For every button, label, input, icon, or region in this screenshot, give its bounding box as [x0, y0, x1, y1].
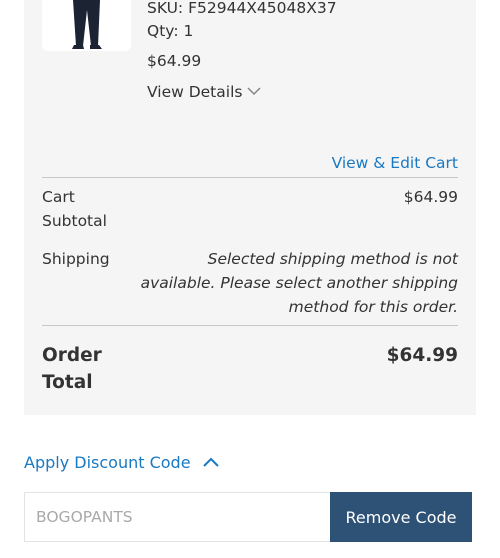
- divider: [42, 177, 458, 178]
- chevron-down-icon: [247, 82, 261, 100]
- product-image[interactable]: [42, 0, 131, 51]
- divider: [42, 325, 458, 326]
- apply-discount-label: Apply Discount Code: [24, 453, 191, 472]
- item-qty: Qty: 1: [147, 22, 194, 40]
- order-total-value: $64.99: [386, 345, 458, 366]
- item-price: $64.99: [147, 52, 202, 70]
- shipping-label: Shipping: [42, 250, 110, 268]
- remove-code-button[interactable]: Remove Code: [330, 492, 472, 542]
- cart-subtotal-label: Cart Subtotal: [42, 188, 107, 230]
- item-sku: SKU: F52944X45048X37: [147, 0, 337, 17]
- chevron-up-icon: [202, 452, 219, 471]
- shipping-message: Selected shipping method is not availabl…: [140, 250, 458, 316]
- view-edit-cart-link[interactable]: View & Edit Cart: [332, 154, 458, 172]
- cart-subtotal-value: $64.99: [403, 188, 458, 206]
- apply-discount-toggle[interactable]: Apply Discount Code: [24, 453, 219, 472]
- discount-code-input[interactable]: [24, 492, 330, 542]
- order-total-label: Order Total: [42, 345, 102, 393]
- view-details-toggle[interactable]: View Details: [147, 83, 261, 101]
- view-details-label: View Details: [147, 83, 243, 101]
